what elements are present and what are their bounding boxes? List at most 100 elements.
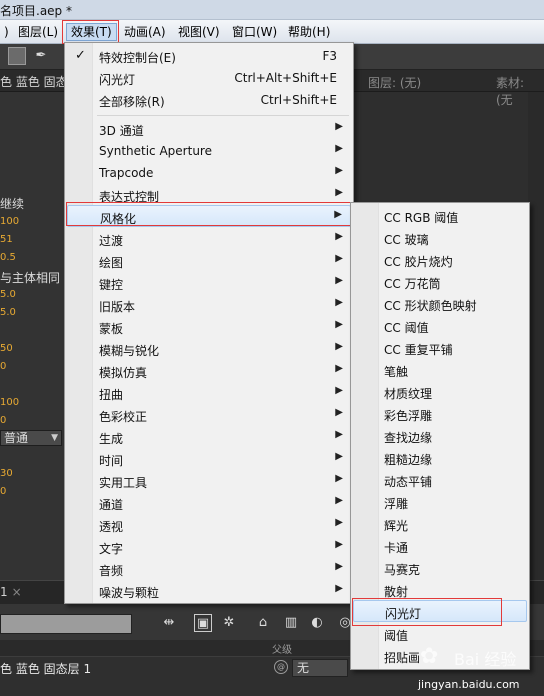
menu-item-remove-all[interactable]: 全部移除(R) Ctrl+Shift+E: [67, 89, 351, 111]
timeline-tab[interactable]: 1 ×: [0, 585, 22, 599]
submenu-item[interactable]: 辉光: [353, 513, 527, 535]
frame-blending-icon[interactable]: ▥: [282, 614, 300, 632]
submenu-item[interactable]: CC 阈值: [353, 315, 527, 337]
submenu-item[interactable]: CC RGB 阈值: [353, 205, 527, 227]
menu-item-synthetic-aperture[interactable]: Synthetic Aperture ▶: [67, 140, 351, 162]
live-update-icon[interactable]: ▣: [194, 614, 212, 632]
hide-shy-layers-icon[interactable]: ⌂: [254, 614, 272, 632]
parent-column-header: 父级: [272, 645, 292, 656]
property-value[interactable]: 0.5: [0, 252, 16, 263]
menu-item-transition[interactable]: 过渡 ▶: [67, 228, 351, 250]
effect-controls-tab[interactable]: 色 蓝色 固态: [0, 73, 68, 90]
menu-animation[interactable]: 动画(A): [120, 23, 170, 41]
property-value[interactable]: 0: [0, 361, 6, 372]
menu-item-label: 时间: [99, 454, 124, 468]
comp-mini-flowchart-icon[interactable]: ⇹: [160, 614, 178, 632]
property-value[interactable]: 100: [0, 216, 19, 227]
submenu-item[interactable]: 材质纹理: [353, 381, 527, 403]
submenu-item[interactable]: 彩色浮雕: [353, 403, 527, 425]
menu-item-trapcode[interactable]: Trapcode ▶: [67, 162, 351, 184]
motion-blur-icon[interactable]: ◐: [308, 614, 326, 632]
menu-help[interactable]: 帮助(H): [284, 23, 334, 41]
submenu-item-label: 彩色浮雕: [384, 409, 433, 423]
menu-item-keying[interactable]: 键控 ▶: [67, 272, 351, 294]
menu-item-generate[interactable]: 生成 ▶: [67, 426, 351, 448]
menu-item-simulation[interactable]: 模拟仿真 ▶: [67, 360, 351, 382]
submenu-item[interactable]: 阈值: [353, 623, 527, 645]
submenu-arrow-icon: ▶: [335, 275, 343, 286]
menu-item-obsolete[interactable]: 旧版本 ▶: [67, 294, 351, 316]
menu-item-effect-controls[interactable]: ✓ 特效控制台(E) F3: [67, 45, 351, 67]
submenu-arrow-icon: ▶: [335, 319, 343, 330]
watermark: ✿ Bai 经验 jingyan.baidu.com: [414, 644, 544, 696]
menu-item-blur-sharpen[interactable]: 模糊与锐化 ▶: [67, 338, 351, 360]
stylize-submenu: CC RGB 阈值 CC 玻璃 CC 胶片烧灼 CC 万花筒 CC 形状颜色映射…: [350, 202, 530, 670]
menu-item-expression-controls[interactable]: 表达式控制 ▶: [67, 184, 351, 206]
menu-view[interactable]: 视图(V): [174, 23, 224, 41]
submenu-item[interactable]: 卡通: [353, 535, 527, 557]
blend-mode-value: 普通: [4, 431, 29, 445]
pen-tool-icon[interactable]: ✒: [32, 47, 50, 65]
blend-mode-dropdown[interactable]: 普通 ▼: [0, 430, 62, 446]
submenu-item[interactable]: CC 形状颜色映射: [353, 293, 527, 315]
submenu-item[interactable]: 动态平铺: [353, 469, 527, 491]
menu-item-audio[interactable]: 音频 ▶: [67, 558, 351, 580]
menu-item-channel[interactable]: 通道 ▶: [67, 492, 351, 514]
menu-item-label: 闪光灯: [99, 73, 136, 87]
property-value[interactable]: 50: [0, 343, 13, 354]
menu-effect[interactable]: 效果(T): [66, 23, 117, 41]
property-value[interactable]: 0: [0, 486, 6, 497]
submenu-item[interactable]: CC 胶片烧灼: [353, 249, 527, 271]
parent-dropdown[interactable]: 无: [292, 659, 348, 677]
menu-item-3d-channel[interactable]: 3D 通道 ▶: [67, 118, 351, 140]
submenu-item[interactable]: 浮雕: [353, 491, 527, 513]
menu-item-paint[interactable]: 绘图 ▶: [67, 250, 351, 272]
menu-item-label: 3D 通道: [99, 124, 144, 138]
submenu-item-label: CC 阈值: [384, 321, 429, 335]
menu-item-time[interactable]: 时间 ▶: [67, 448, 351, 470]
menu-item-shortcut: F3: [322, 49, 337, 63]
submenu-item[interactable]: CC 玻璃: [353, 227, 527, 249]
menu-window[interactable]: 窗口(W): [228, 23, 281, 41]
menu-item-last-effect[interactable]: 闪光灯 Ctrl+Alt+Shift+E: [67, 67, 351, 89]
layer-name[interactable]: 色 蓝色 固态层 1: [0, 660, 91, 677]
menu-item-distort[interactable]: 扭曲 ▶: [67, 382, 351, 404]
rectangle-tool-icon[interactable]: [8, 47, 26, 65]
close-icon[interactable]: ×: [12, 585, 22, 599]
menu-item-label: 模糊与锐化: [99, 344, 160, 358]
menu-composition-partial[interactable]: ): [0, 23, 13, 41]
menu-item-text[interactable]: 文字 ▶: [67, 536, 351, 558]
property-value[interactable]: 5.0: [0, 307, 16, 318]
menu-item-noise-grain[interactable]: 噪波与颗粒 ▶: [67, 580, 351, 602]
property-value[interactable]: 30: [0, 468, 13, 479]
submenu-item-strobe-light[interactable]: 闪光灯: [353, 600, 527, 622]
property-value[interactable]: 0: [0, 415, 6, 426]
submenu-item[interactable]: 查找边缘: [353, 425, 527, 447]
submenu-item[interactable]: 粗糙边缘: [353, 447, 527, 469]
menu-item-shortcut: Ctrl+Alt+Shift+E: [234, 71, 337, 85]
submenu-item[interactable]: 笔触: [353, 359, 527, 381]
submenu-item[interactable]: CC 万花筒: [353, 271, 527, 293]
menu-item-color-correction[interactable]: 色彩校正 ▶: [67, 404, 351, 426]
submenu-item[interactable]: CC 重复平铺: [353, 337, 527, 359]
submenu-arrow-icon: ▶: [335, 561, 343, 572]
menu-item-matte[interactable]: 蒙板 ▶: [67, 316, 351, 338]
submenu-item[interactable]: 散射: [353, 579, 527, 601]
menu-item-label: 特效控制台(E): [99, 51, 176, 65]
menu-item-stylize[interactable]: 风格化 ▶: [67, 205, 351, 227]
property-value[interactable]: 5.0: [0, 289, 16, 300]
submenu-item-label: 闪光灯: [385, 607, 422, 621]
timeline-search-input[interactable]: [0, 614, 132, 634]
menu-item-label: Trapcode: [99, 166, 154, 180]
submenu-item-label: 浮雕: [384, 497, 409, 511]
menu-item-utility[interactable]: 实用工具 ▶: [67, 470, 351, 492]
draft-3d-icon[interactable]: ✲: [220, 614, 238, 632]
pick-whip-icon[interactable]: @: [274, 660, 288, 674]
menu-layer[interactable]: 图层(L): [14, 23, 62, 41]
submenu-item-label: 阈值: [384, 629, 409, 643]
property-value[interactable]: 51: [0, 234, 13, 245]
menu-item-label: 蒙板: [99, 322, 124, 336]
submenu-item[interactable]: 马赛克: [353, 557, 527, 579]
menu-item-perspective[interactable]: 透视 ▶: [67, 514, 351, 536]
property-value[interactable]: 100: [0, 397, 19, 408]
